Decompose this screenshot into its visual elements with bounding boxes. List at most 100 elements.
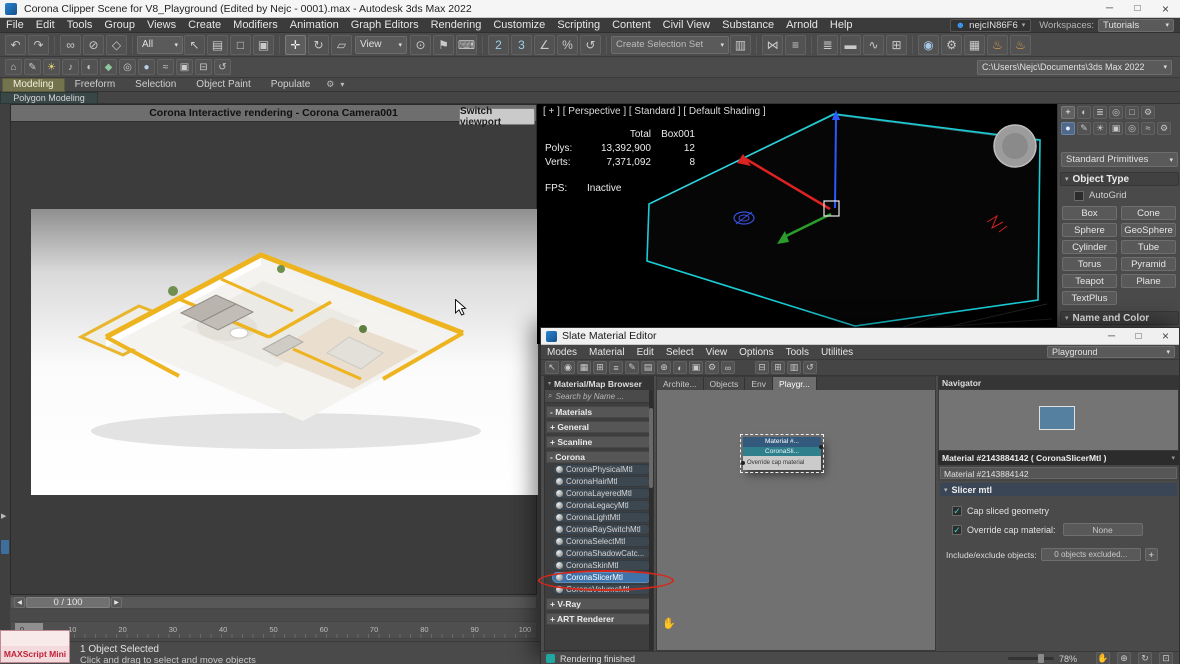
chevron-down-icon[interactable]: ▾ — [340, 80, 344, 89]
menu-edit[interactable]: Edit — [631, 347, 660, 358]
browser-header[interactable]: ▾ Material/Map Browser — [545, 377, 653, 390]
motion-panel-tab[interactable]: ◎ — [1109, 106, 1123, 119]
material-item[interactable]: CoronaLayeredMtl — [552, 488, 651, 499]
snap-toggle-3-icon[interactable]: 3 — [511, 35, 532, 55]
shapes-category-icon[interactable]: ✎ — [1077, 122, 1091, 135]
modify-panel-tab[interactable]: ◐ — [1077, 106, 1091, 119]
name-color-rollout[interactable]: ▾ Name and Color — [1060, 311, 1179, 325]
primitive-category-dropdown[interactable]: Standard Primitives ▾ — [1061, 152, 1178, 167]
show-map-icon[interactable]: ⊞ — [593, 361, 607, 374]
view-selector-dropdown[interactable]: Playground ▾ — [1047, 346, 1175, 358]
primitive-button-torus[interactable]: Torus — [1062, 257, 1117, 271]
primitive-button-cylinder[interactable]: Cylinder — [1062, 240, 1117, 254]
primitive-button-cone[interactable]: Cone — [1121, 206, 1176, 220]
selection-filter-dropdown[interactable]: All ▾ — [137, 36, 183, 54]
angle-snap-icon[interactable]: ∠ — [534, 35, 555, 55]
node-slot[interactable]: Override cap material — [743, 456, 821, 470]
menu-rendering[interactable]: Rendering — [425, 19, 488, 31]
zoom-slider[interactable] — [1008, 657, 1054, 660]
material-node[interactable]: Material #... CoronaSli... Override cap … — [743, 437, 821, 470]
rendered-frame-icon[interactable]: ▦ — [964, 35, 985, 55]
menu-modifiers[interactable]: Modifiers — [227, 19, 284, 31]
schematic-view-icon[interactable]: ⊞ — [886, 35, 907, 55]
cap-material-none-button[interactable]: None — [1063, 523, 1143, 536]
close-button[interactable]: × — [1152, 0, 1179, 17]
minimize-button[interactable]: ─ — [1098, 328, 1125, 345]
percent-snap-icon[interactable]: % — [557, 35, 578, 55]
menu-tools[interactable]: Tools — [780, 347, 815, 358]
helpers-category-icon[interactable]: ◎ — [1125, 122, 1139, 135]
node-socket[interactable] — [741, 461, 745, 465]
spacewarps-category-icon[interactable]: ≈ — [1141, 122, 1155, 135]
material-item[interactable]: CoronaShadowCatc... — [552, 548, 651, 559]
zoom-tool-icon[interactable]: ⊕ — [657, 361, 671, 374]
select-tool-icon[interactable]: ↖ — [545, 361, 559, 374]
corona-render-viewport[interactable]: Corona Interactive rendering - Corona Ca… — [10, 104, 537, 595]
pick-material-icon[interactable]: ◉ — [561, 361, 575, 374]
track-bar[interactable]: 0 10 20 30 40 50 60 70 80 90 100 — [10, 621, 537, 639]
use-pivot-center-icon[interactable]: ⊙ — [410, 35, 431, 55]
ribbon-tab-modeling[interactable]: Modeling — [2, 78, 65, 92]
cameras-category-icon[interactable]: ▣ — [1109, 122, 1123, 135]
ribbon-tab-freeform[interactable]: Freeform — [65, 79, 126, 90]
select-by-name-icon[interactable]: ▤ — [207, 35, 228, 55]
primitive-button-pyramid[interactable]: Pyramid — [1121, 257, 1176, 271]
unlink-icon[interactable]: ⊘ — [83, 35, 104, 55]
primitive-button-plane[interactable]: Plane — [1121, 274, 1176, 288]
settings-icon[interactable]: ⚙ — [705, 361, 719, 374]
exclude-objects-button[interactable]: 0 objects excluded... — [1041, 548, 1141, 561]
menu-substance[interactable]: Substance — [716, 19, 780, 31]
tab-playground[interactable]: Playgr... — [773, 377, 817, 390]
lights-category-icon[interactable]: ☀ — [1093, 122, 1107, 135]
box-tool-icon[interactable]: ▣ — [176, 59, 193, 75]
spin-tool-icon[interactable]: ↺ — [214, 59, 231, 75]
material-item[interactable]: CoronaLegacyMtl — [552, 500, 651, 511]
systems-category-icon[interactable]: ⚙ — [1157, 122, 1171, 135]
perspective-viewport[interactable]: [ + ] [ Perspective ] [ Standard ] [ Def… — [537, 104, 1057, 344]
redo-icon[interactable]: ↷ — [28, 35, 49, 55]
crossing-selection-icon[interactable]: ▣ — [253, 35, 274, 55]
project-folder-dropdown[interactable]: C:\Users\Nejc\Documents\3ds Max 2022 ▾ — [977, 60, 1172, 75]
preview-icon[interactable]: ▣ — [689, 361, 703, 374]
select-link-icon[interactable]: ∞ — [60, 35, 81, 55]
pan-mode-icon[interactable]: ↺ — [803, 361, 817, 374]
navigator-canvas[interactable] — [938, 389, 1179, 451]
browser-group-corona[interactable]: - Corona — [546, 451, 652, 463]
layer-manager-icon[interactable]: ≣ — [817, 35, 838, 55]
node-title[interactable]: Material #... — [743, 437, 821, 447]
layout-all-icon[interactable]: ⊞ — [771, 361, 785, 374]
snap-toggle-2-icon[interactable]: 2 — [488, 35, 509, 55]
primitive-button-textplus[interactable]: TextPlus — [1062, 291, 1117, 305]
navigator-thumbnail[interactable] — [1039, 406, 1075, 430]
material-item[interactable]: CoronaLightMtl — [552, 512, 651, 523]
tab-architectural[interactable]: Archite... — [657, 377, 704, 390]
expand-tray-icon[interactable]: ▶ — [1, 512, 6, 520]
grid-tool-icon[interactable]: ⊟ — [195, 59, 212, 75]
render-setup-icon[interactable]: ⚙ — [941, 35, 962, 55]
material-item[interactable]: CoronaPhysicalMtl — [552, 464, 651, 475]
undo-icon[interactable]: ↶ — [5, 35, 26, 55]
primitive-button-tube[interactable]: Tube — [1121, 240, 1176, 254]
zoom-view-icon[interactable]: ⊕ — [1117, 652, 1131, 664]
menu-customize[interactable]: Customize — [487, 19, 551, 31]
shading-tool-icon[interactable]: ◐ — [81, 59, 98, 75]
menu-scripting[interactable]: Scripting — [551, 19, 606, 31]
polygon-modeling-panel[interactable]: Polygon Modeling — [0, 92, 98, 104]
toggle-ribbon-icon[interactable]: ▬ — [840, 35, 861, 55]
mirror-icon[interactable]: ⋈ — [762, 35, 783, 55]
menu-animation[interactable]: Animation — [284, 19, 345, 31]
browser-group-art[interactable]: + ART Renderer — [546, 613, 652, 625]
shaded-icon[interactable]: ◐ — [673, 361, 687, 374]
light-tool-icon[interactable]: ☀ — [43, 59, 60, 75]
select-object-icon[interactable]: ↖ — [184, 35, 205, 55]
select-scale-icon[interactable]: ▱ — [331, 35, 352, 55]
material-editor-icon[interactable]: ◉ — [918, 35, 939, 55]
menu-file[interactable]: File — [0, 19, 30, 31]
cap-sliced-checkbox[interactable]: ✓ — [952, 506, 962, 516]
node-view[interactable]: Archite... Objects Env Playgr... Materia… — [656, 376, 936, 651]
align-icon[interactable]: ≡ — [785, 35, 806, 55]
menu-graph-editors[interactable]: Graph Editors — [345, 19, 425, 31]
target-tool-icon[interactable]: ◎ — [119, 59, 136, 75]
rename-icon[interactable]: ✎ — [625, 361, 639, 374]
primitive-button-geosphere[interactable]: GeoSphere — [1121, 223, 1176, 237]
